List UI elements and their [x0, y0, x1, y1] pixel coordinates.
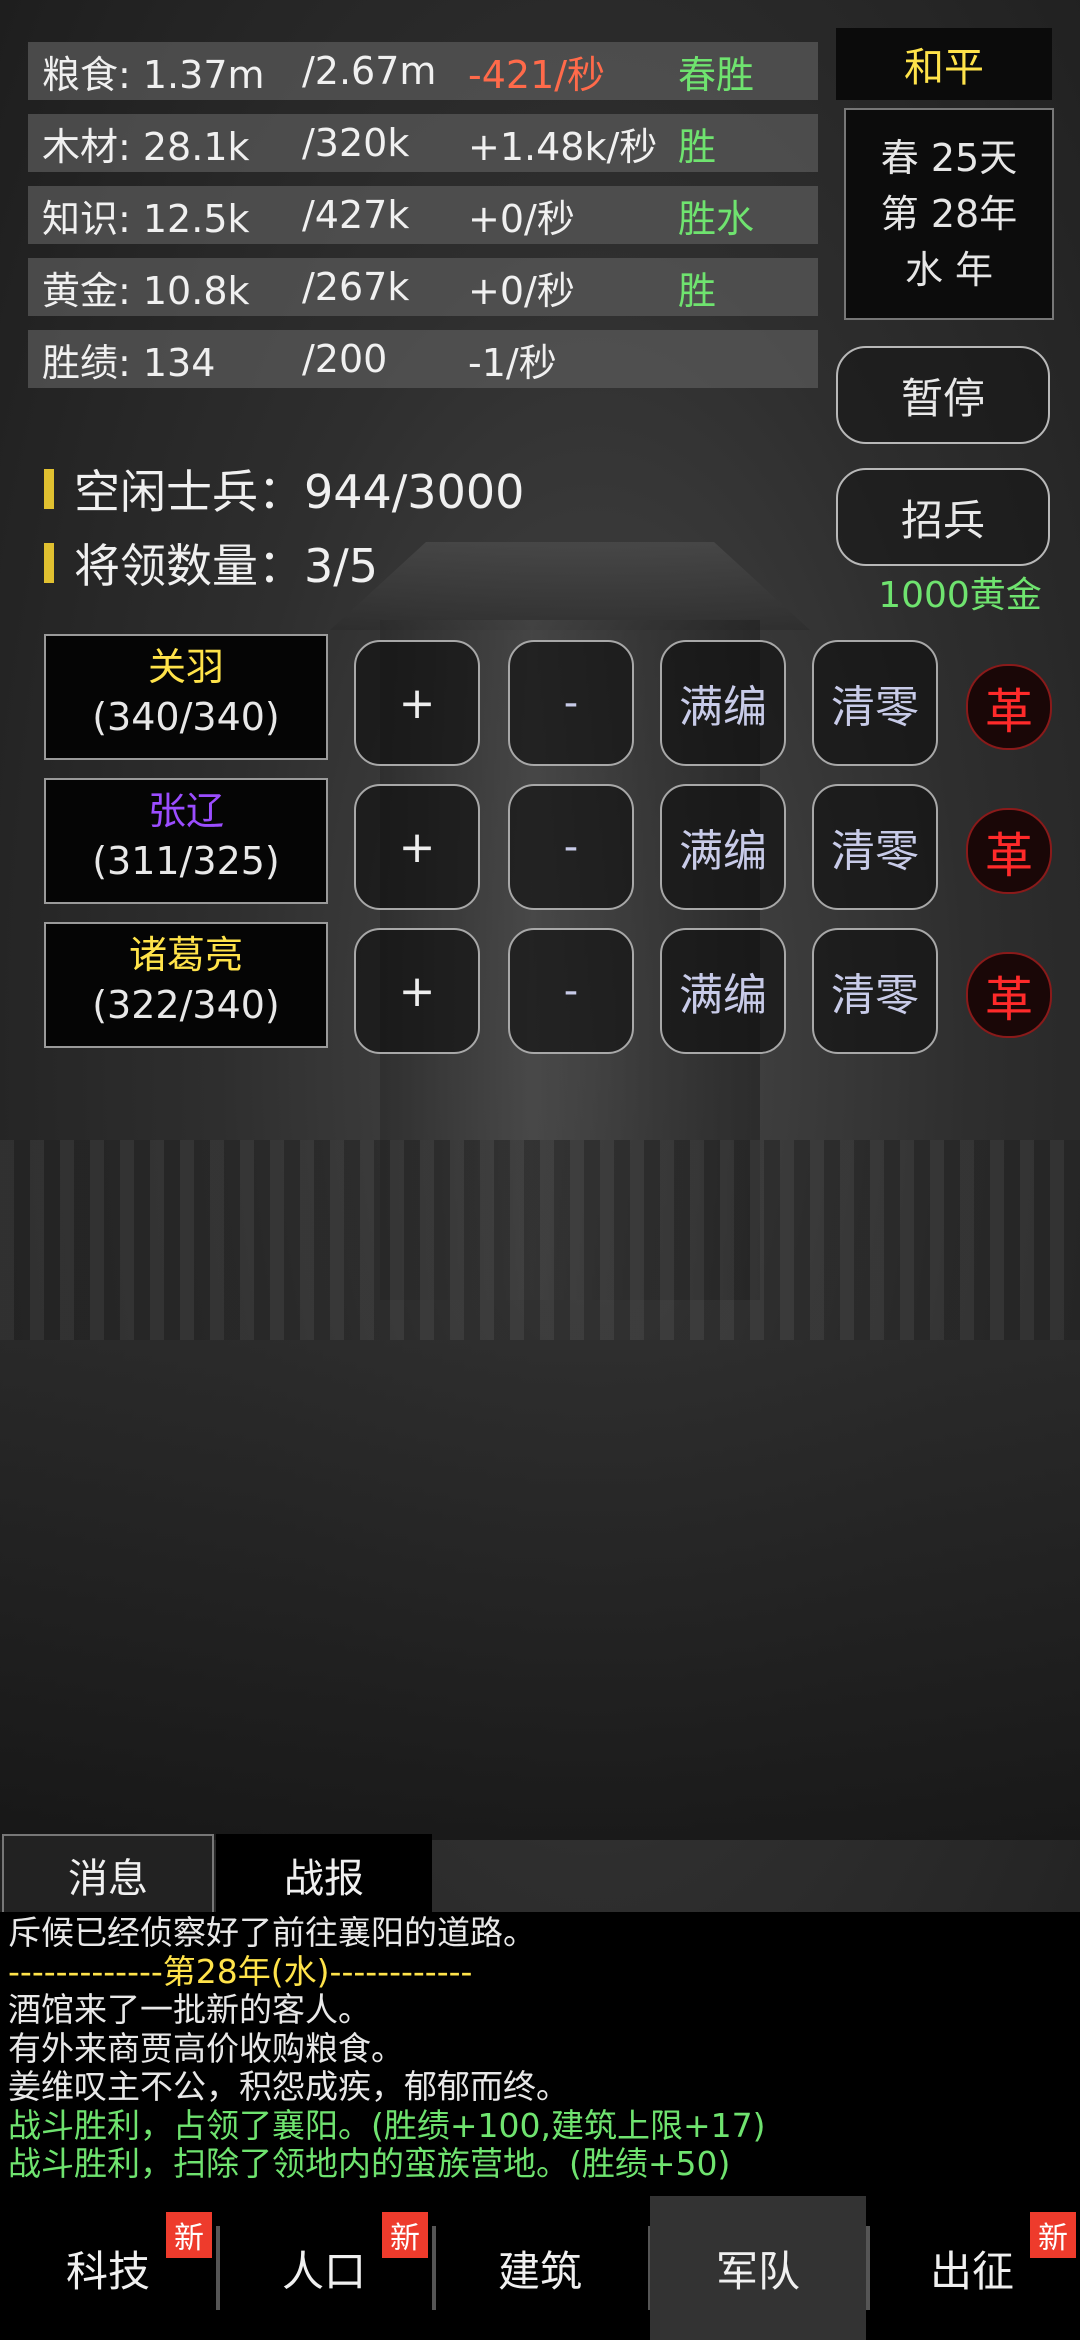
- fill-troops-button[interactable]: 满编: [660, 928, 786, 1054]
- nav-label: 建筑: [497, 2246, 582, 2296]
- resource-row-wood: 木材: 28.1k /320k +1.48k/秒 胜: [28, 114, 818, 172]
- general-name: 关羽: [147, 645, 224, 689]
- resource-row-food: 粮食: 1.37m /2.67m -421/秒 春胜: [28, 42, 818, 100]
- recruit-button[interactable]: 招兵: [836, 468, 1050, 566]
- idle-soldiers-text: 空闲士兵：944/3000: [74, 465, 525, 519]
- log-line: 姜维叹主不公，积怨成疾，郁郁而终。: [8, 2067, 569, 2106]
- clear-troops-button[interactable]: 清零: [812, 784, 938, 910]
- log-line: 战斗胜利，占领了襄阳。(胜绩+100,建筑上限+17): [8, 2105, 766, 2145]
- resource-rate: +1.48k/秒: [468, 124, 658, 169]
- add-troops-button[interactable]: +: [354, 928, 480, 1054]
- remove-troops-button[interactable]: -: [508, 928, 634, 1054]
- date-box: 春 25天 第 28年 水 年: [844, 108, 1054, 320]
- resource-name: 知识: 12.5k: [42, 196, 250, 241]
- log-line: 斥候已经侦察好了前往襄阳的道路。: [8, 1913, 536, 1952]
- log-line: -------------第28年(水)------------: [8, 1951, 473, 1991]
- nav-label: 科技: [65, 2246, 150, 2296]
- general-name: 诸葛亮: [128, 933, 243, 977]
- clear-troops-button[interactable]: 清零: [812, 640, 938, 766]
- resource-rate: -1/秒: [468, 340, 557, 385]
- resource-rate: +0/秒: [468, 268, 575, 313]
- message-log: 斥候已经侦察好了前往襄阳的道路。 -------------第28年(水)---…: [0, 1912, 1080, 2196]
- resource-name: 胜绩: 134: [42, 340, 216, 385]
- dismiss-general-button[interactable]: 革: [966, 808, 1052, 894]
- add-troops-button[interactable]: +: [354, 640, 480, 766]
- date-element: 水 年: [904, 248, 994, 292]
- log-line: 酒馆来了一批新的客人。: [8, 1990, 371, 2029]
- peace-status: 和平: [836, 28, 1052, 100]
- log-line: 战斗胜利，扫除了领地内的蛮族营地。(胜绩+50): [8, 2144, 731, 2183]
- log-line: 有外来商贾高价收购粮食。: [8, 2028, 404, 2068]
- general-troops: (322/340): [92, 983, 280, 1027]
- resource-tag: 胜水: [678, 196, 755, 241]
- fill-troops-button[interactable]: 满编: [660, 784, 786, 910]
- nav-label: 人口: [281, 2246, 366, 2296]
- new-badge: 新: [166, 2212, 212, 2258]
- recruit-cost: 1000黄金: [878, 575, 1042, 616]
- resource-cap: /200: [302, 337, 388, 381]
- resource-tag: 胜: [678, 124, 717, 169]
- general-count-text: 将领数量：3/5: [74, 539, 379, 593]
- new-badge: 新: [382, 2212, 428, 2258]
- general-card[interactable]: 关羽 (340/340): [44, 634, 328, 760]
- idle-soldiers: 空闲士兵：944/3000: [44, 456, 524, 522]
- resource-name: 黄金: 10.8k: [42, 268, 250, 313]
- general-card[interactable]: 张辽 (311/325): [44, 778, 328, 904]
- resource-rate: -421/秒: [468, 52, 606, 97]
- general-name: 张辽: [147, 789, 224, 833]
- clear-troops-button[interactable]: 清零: [812, 928, 938, 1054]
- resource-name: 木材: 28.1k: [42, 124, 250, 169]
- general-troops: (311/325): [92, 839, 280, 883]
- bottom-nav: 科技 新 人口 新 建筑 军队 出征 新: [0, 2196, 1080, 2340]
- dismiss-general-button[interactable]: 革: [966, 664, 1052, 750]
- nav-buildings[interactable]: 建筑: [432, 2196, 648, 2340]
- marker-bar: [44, 469, 54, 509]
- resource-cap: /320k: [302, 121, 410, 165]
- resource-tag: 胜: [678, 268, 717, 313]
- resource-row-gold: 黄金: 10.8k /267k +0/秒 胜: [28, 258, 818, 316]
- tab-messages[interactable]: 消息: [2, 1834, 214, 1916]
- general-card[interactable]: 诸葛亮 (322/340): [44, 922, 328, 1048]
- resource-row-victory: 胜绩: 134 /200 -1/秒: [28, 330, 818, 388]
- marker-bar: [44, 543, 54, 583]
- pause-button[interactable]: 暂停: [836, 346, 1050, 444]
- general-count: 将领数量：3/5: [44, 530, 378, 596]
- add-troops-button[interactable]: +: [354, 784, 480, 910]
- resource-cap: /267k: [302, 265, 410, 309]
- new-badge: 新: [1030, 2212, 1076, 2258]
- resource-tag: 春胜: [678, 52, 755, 97]
- general-troops: (340/340): [92, 695, 280, 739]
- date-year: 第 28年: [880, 192, 1018, 236]
- nav-label: 出征: [929, 2246, 1014, 2296]
- resource-cap: /2.67m: [302, 49, 437, 93]
- remove-troops-button[interactable]: -: [508, 784, 634, 910]
- resource-cap: /427k: [302, 193, 410, 237]
- fill-troops-button[interactable]: 满编: [660, 640, 786, 766]
- tab-battle-report[interactable]: 战报: [216, 1834, 432, 1916]
- resource-rate: +0/秒: [468, 196, 575, 241]
- resource-row-knowledge: 知识: 12.5k /427k +0/秒 胜水: [28, 186, 818, 244]
- date-day: 春 25天: [880, 136, 1018, 180]
- nav-label: 军队: [715, 2246, 800, 2296]
- remove-troops-button[interactable]: -: [508, 640, 634, 766]
- resource-name: 粮食: 1.37m: [42, 52, 265, 97]
- nav-army[interactable]: 军队: [650, 2196, 866, 2340]
- dismiss-general-button[interactable]: 革: [966, 952, 1052, 1038]
